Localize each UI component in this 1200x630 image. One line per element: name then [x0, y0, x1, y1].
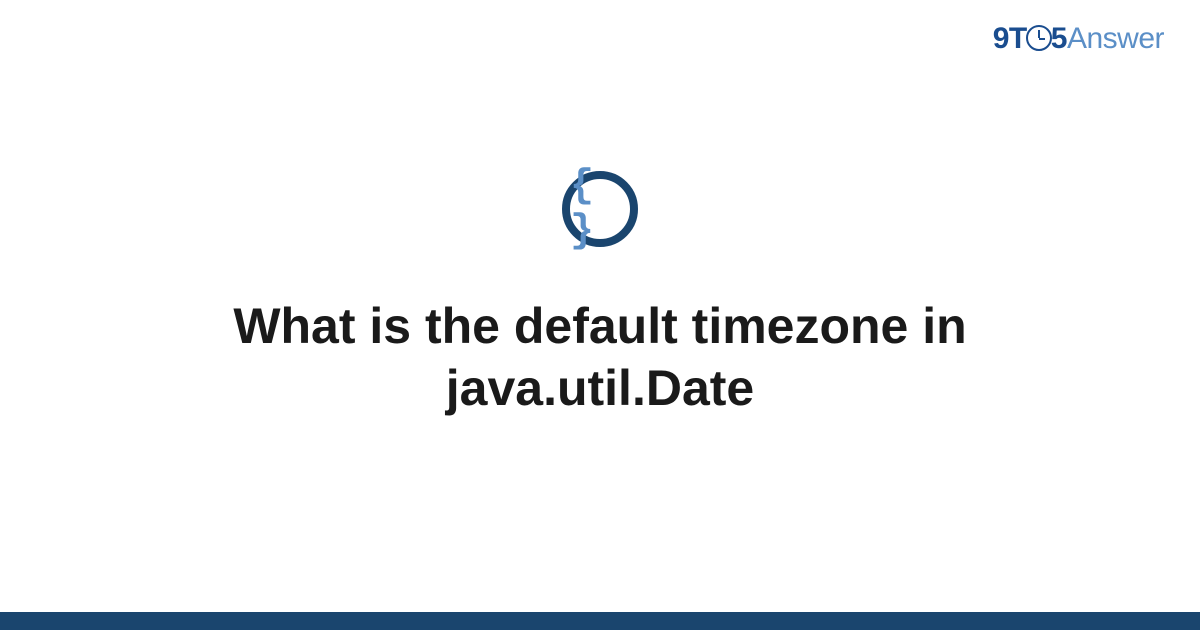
code-braces-glyph: { }	[570, 164, 630, 254]
footer-bar	[0, 612, 1200, 630]
question-title: What is the default timezone in java.uti…	[100, 295, 1100, 420]
content-wrap: { } What is the default timezone in java…	[0, 0, 1200, 630]
code-braces-icon: { }	[562, 171, 638, 247]
